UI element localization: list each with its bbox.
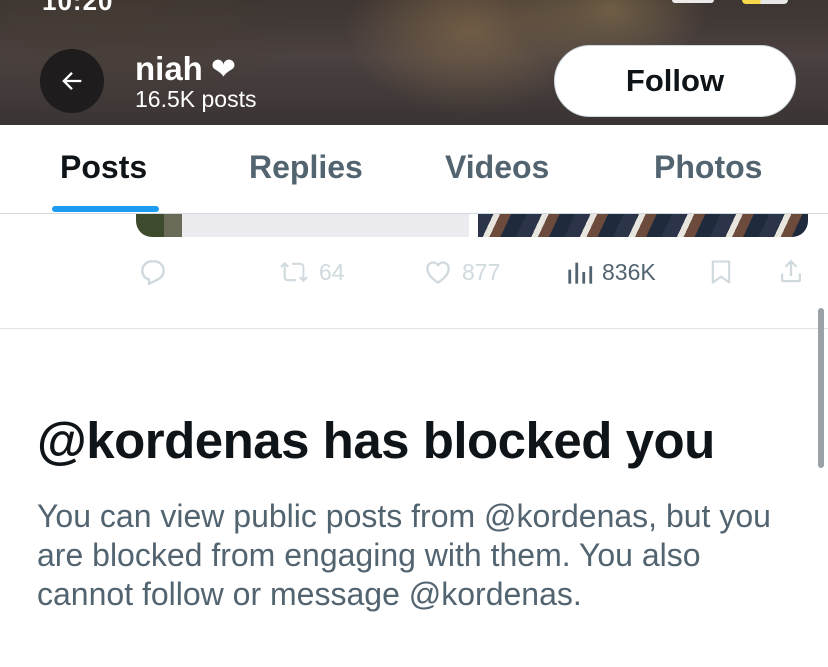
active-tab-indicator: [52, 206, 159, 212]
tab-posts[interactable]: Posts: [60, 149, 147, 186]
back-button[interactable]: [40, 49, 104, 113]
reply-button[interactable]: [137, 256, 177, 288]
reply-icon: [141, 260, 165, 286]
profile-tabs: Posts Replies Videos Photos: [0, 125, 828, 214]
post-media[interactable]: [136, 214, 808, 237]
like-button[interactable]: 877: [422, 257, 500, 287]
share-button[interactable]: [776, 255, 806, 287]
profile-name: niah ❤: [135, 50, 236, 88]
tab-replies[interactable]: Replies: [249, 149, 363, 186]
post-actions: 64 877 836K: [0, 255, 828, 291]
views-chart-icon: [568, 262, 593, 284]
arrow-left-icon: [62, 72, 82, 90]
tab-photos[interactable]: Photos: [654, 149, 762, 186]
section-divider: [0, 328, 828, 329]
profile-header-banner: 10:20 niah ❤ 16.5K posts Follow: [0, 0, 828, 125]
repost-count: 64: [319, 258, 345, 285]
bookmark-button[interactable]: [707, 256, 735, 288]
repost-icon: [280, 261, 308, 283]
follow-button[interactable]: Follow: [554, 45, 796, 117]
tab-videos[interactable]: Videos: [445, 149, 549, 186]
views-button[interactable]: 836K: [566, 257, 656, 287]
bookmark-icon: [711, 260, 731, 284]
view-count: 836K: [602, 258, 656, 285]
profile-name-text: niah: [135, 50, 203, 87]
scrollbar[interactable]: [818, 308, 824, 468]
signal-icon: [672, 0, 714, 3]
post-image-left[interactable]: [136, 214, 469, 237]
post-image-right[interactable]: [478, 214, 808, 237]
heart-outline-icon: [426, 261, 450, 284]
status-bar-indicators: [672, 0, 788, 4]
profile-post-count: 16.5K posts: [135, 86, 257, 112]
like-count: 877: [462, 258, 501, 285]
battery-icon: [742, 0, 788, 4]
status-bar-time: 10:20: [42, 0, 114, 16]
repost-button[interactable]: 64: [277, 257, 345, 287]
heart-icon: ❤: [210, 52, 236, 86]
blocked-description: You can view public posts from @kordenas…: [37, 498, 771, 612]
share-icon: [781, 259, 801, 283]
blocked-title: @kordenas has blocked you: [37, 412, 715, 469]
